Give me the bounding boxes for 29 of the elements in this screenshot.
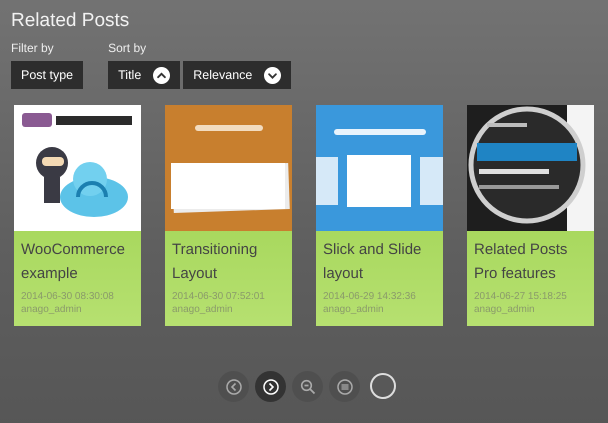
post-author: anago_admin	[474, 303, 536, 316]
post-author: anago_admin	[323, 303, 385, 316]
page-title: Related Posts	[11, 9, 130, 33]
zoom-out-button[interactable]	[292, 371, 323, 402]
post-title-link[interactable]: Slick and Slide layout	[323, 238, 437, 286]
post-date: 2014-06-29 14:32:36	[323, 290, 417, 303]
list-button[interactable]	[329, 371, 360, 402]
post-author: anago_admin	[21, 303, 83, 316]
sort-button[interactable]: Title	[108, 61, 180, 89]
post-date: 2014-06-27 15:18:25	[474, 290, 568, 303]
sort-button[interactable]: Relevance	[183, 61, 292, 89]
zoom-out-icon	[300, 378, 316, 394]
filter-label: Filter by	[11, 41, 55, 55]
post-title-link[interactable]: Related Posts Pro features	[474, 238, 588, 286]
next-button[interactable]	[255, 371, 286, 402]
post-title-link[interactable]: Transitioning Layout	[172, 238, 286, 286]
list-icon	[336, 378, 352, 394]
sort-label: Sort by	[108, 41, 148, 55]
filter-button[interactable]: Post type	[11, 61, 84, 89]
chevron-right-icon	[262, 378, 278, 394]
post-date: 2014-06-30 08:30:08	[21, 290, 115, 303]
chevron-down-icon	[264, 66, 282, 84]
previous-button[interactable]	[218, 371, 249, 402]
post-title-link[interactable]: WooCommerce example	[21, 238, 135, 286]
post-author: anago_admin	[172, 303, 234, 316]
chevron-up-icon	[153, 66, 170, 84]
circle-button[interactable]	[370, 373, 396, 399]
post-date: 2014-06-30 07:52:01	[172, 290, 266, 303]
chevron-left-icon	[226, 378, 242, 394]
